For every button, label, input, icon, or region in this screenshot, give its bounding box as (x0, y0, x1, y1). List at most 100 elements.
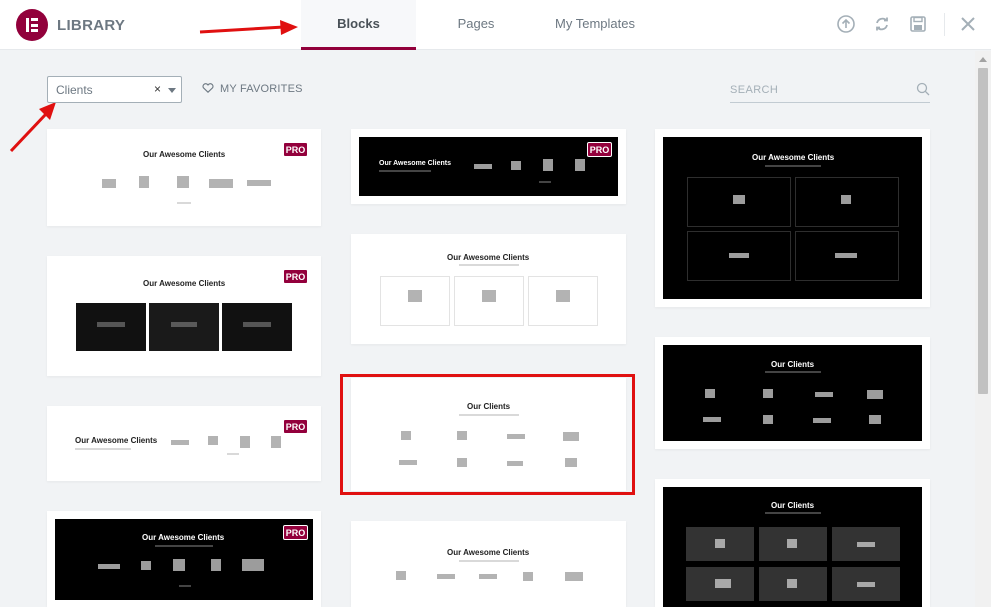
client-logo (211, 559, 221, 571)
client-logo (565, 572, 583, 581)
library-header: LIBRARY Blocks Pages My Templates (0, 0, 991, 50)
carousel-dots (227, 453, 239, 455)
template-subtitle (765, 512, 821, 514)
template-thumbnail: Our Awesome Clients (351, 234, 626, 344)
client-logo (242, 559, 264, 571)
template-card[interactable]: Our Awesome Clients PRO (47, 256, 321, 376)
client-logo (209, 179, 233, 188)
client-logo (173, 559, 185, 571)
client-logo (474, 164, 492, 169)
template-title: Our Awesome Clients (75, 436, 158, 445)
template-thumbnail: Our Awesome Clients (55, 519, 313, 600)
template-subtitle (75, 448, 131, 450)
template-title: Our Awesome Clients (379, 160, 451, 167)
template-thumbnail: Our Awesome Clients (47, 129, 321, 226)
category-select-value: Clients (56, 83, 93, 97)
client-logo (703, 417, 721, 422)
template-card[interactable]: Our Awesome Clients PRO (47, 129, 321, 226)
client-logo (556, 290, 570, 302)
template-card[interactable]: Our Awesome Clients PRO (351, 129, 626, 204)
client-logo (729, 253, 749, 258)
template-thumbnail: Our Awesome Clients (47, 256, 321, 376)
client-logo (102, 179, 116, 188)
pro-badge: PRO (283, 525, 308, 540)
client-logo (247, 180, 271, 186)
client-logo (141, 561, 151, 570)
client-logo (408, 290, 422, 302)
client-logo (271, 436, 281, 448)
tab-my-templates[interactable]: My Templates (540, 0, 650, 50)
template-card[interactable]: Our Awesome Clients (351, 521, 626, 607)
template-thumbnail: Our Clients (663, 345, 922, 441)
client-logo (243, 322, 271, 327)
tab-pages[interactable]: Pages (430, 0, 522, 50)
client-logo (787, 579, 797, 588)
client-logo (867, 390, 883, 399)
template-thumbnail: Our Awesome Clients (47, 406, 321, 481)
template-card[interactable]: Our Awesome Clients (351, 234, 626, 344)
template-thumbnail: Our Clients (663, 487, 922, 607)
client-logo (523, 572, 533, 581)
scrollbar-thumb[interactable] (978, 68, 988, 394)
client-logo (139, 176, 149, 188)
client-photo (149, 303, 219, 351)
template-title: Our Clients (771, 360, 815, 369)
scrollbar[interactable] (975, 51, 991, 607)
pro-badge: PRO (283, 269, 308, 284)
template-card[interactable]: Our Clients (655, 337, 930, 449)
template-title: Our Awesome Clients (447, 253, 530, 262)
client-logo (815, 392, 833, 397)
client-logo (705, 389, 715, 398)
client-photo (222, 303, 292, 351)
elementor-logo-icon (16, 9, 48, 41)
search-box (730, 80, 930, 103)
carousel-dots (179, 585, 191, 587)
client-logo (543, 159, 553, 171)
template-subtitle (459, 264, 519, 266)
carousel-dots (177, 202, 191, 204)
search-icon[interactable] (916, 82, 930, 96)
upload-icon[interactable] (836, 14, 856, 34)
template-subtitle (459, 560, 519, 562)
client-logo (482, 290, 496, 302)
template-card[interactable]: Our Clients (655, 479, 930, 607)
client-logo (97, 322, 125, 327)
template-card[interactable]: Our Awesome Clients PRO (47, 511, 321, 607)
template-title: Our Awesome Clients (142, 533, 225, 542)
template-thumbnail: Our Awesome Clients (663, 137, 922, 299)
close-icon[interactable] (958, 14, 978, 34)
client-logo (841, 195, 851, 204)
pro-badge: PRO (587, 142, 612, 157)
template-thumbnail: Our Awesome Clients (359, 137, 618, 196)
tab-blocks[interactable]: Blocks (301, 0, 416, 50)
search-input[interactable] (730, 80, 910, 100)
client-logo (98, 564, 120, 569)
scroll-up-arrow-icon[interactable] (979, 57, 987, 62)
save-icon[interactable] (908, 14, 928, 34)
heart-icon (202, 83, 214, 93)
template-title: Our Awesome Clients (447, 548, 530, 557)
selection-highlight (340, 374, 635, 495)
client-logo (733, 195, 745, 204)
client-logo (813, 418, 831, 423)
client-logo (869, 415, 881, 424)
sync-icon[interactable] (872, 14, 892, 34)
template-card[interactable]: Our Awesome Clients (655, 129, 930, 307)
clear-selection-icon[interactable]: × (154, 82, 161, 96)
template-thumbnail: Our Awesome Clients (351, 521, 626, 607)
client-logo (511, 161, 521, 170)
annotation-arrow-tabs (199, 20, 298, 35)
template-title: Our Clients (771, 501, 815, 510)
chevron-down-icon[interactable] (168, 88, 176, 93)
client-logo (479, 574, 497, 579)
my-favorites-filter[interactable]: MY FAVORITES (202, 83, 303, 95)
client-logo (208, 436, 218, 445)
category-select[interactable]: Clients × (47, 76, 182, 103)
client-logo (437, 574, 455, 579)
pro-badge: PRO (283, 142, 308, 157)
my-favorites-label: MY FAVORITES (220, 83, 303, 95)
template-card[interactable]: Our Awesome Clients PRO (47, 406, 321, 481)
template-subtitle (155, 545, 213, 547)
header-divider (944, 13, 945, 36)
template-title: Our Awesome Clients (752, 153, 835, 162)
